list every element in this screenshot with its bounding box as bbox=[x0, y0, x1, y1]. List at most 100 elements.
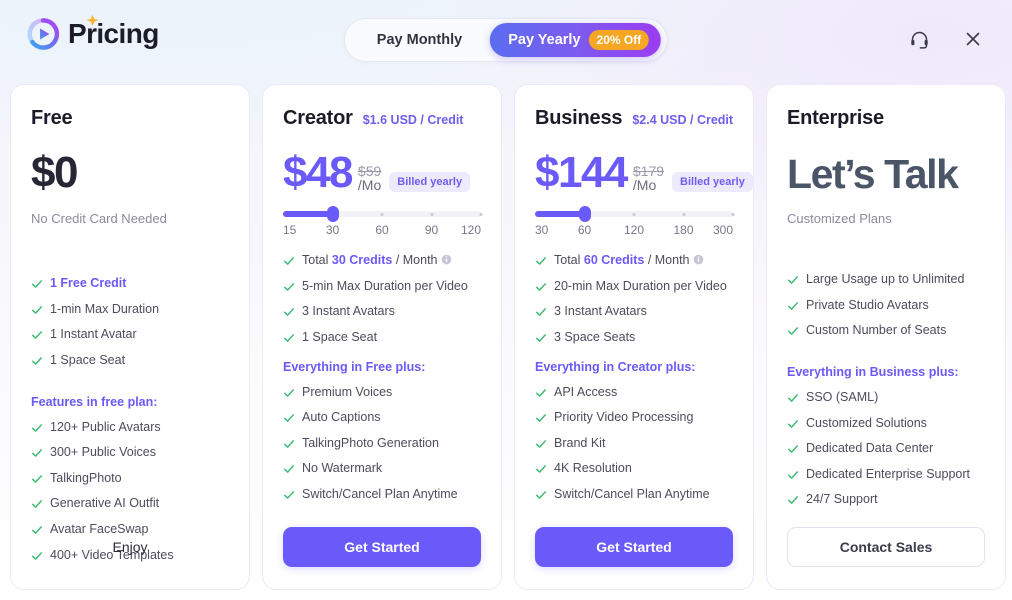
feature-text: Private Studio Avatars bbox=[806, 297, 929, 312]
check-icon bbox=[31, 280, 43, 288]
plan-cta-business[interactable]: Get Started bbox=[535, 527, 733, 567]
pricing-page: Pricing Pay Monthly Pay Yearly 20% Off F… bbox=[0, 0, 1012, 600]
plan-header: Free bbox=[31, 107, 229, 133]
feature-item: Premium Voices bbox=[283, 385, 481, 401]
credit-slider[interactable]: 15 30 60 90 120 bbox=[283, 206, 483, 241]
feature-text: Switch/Cancel Plan Anytime bbox=[302, 487, 458, 501]
feature-text: No Watermark bbox=[302, 461, 383, 476]
feature-item: Switch/Cancel Plan Anytime bbox=[283, 487, 481, 503]
slider-thumb[interactable] bbox=[578, 206, 591, 222]
toggle-monthly-label: Pay Monthly bbox=[376, 32, 463, 48]
close-button[interactable] bbox=[956, 22, 990, 56]
feature-item: Total 30 Credits / Month bbox=[283, 253, 481, 269]
brand: Pricing bbox=[26, 14, 159, 51]
feature-text: Switch/Cancel Plan Anytime bbox=[554, 487, 710, 501]
plan-cta-enterprise[interactable]: Contact Sales bbox=[787, 527, 985, 567]
check-icon bbox=[283, 334, 295, 342]
slider-tick-label[interactable]: 90 bbox=[425, 223, 438, 237]
page-header: Pricing Pay Monthly Pay Yearly 20% Off bbox=[0, 0, 1012, 80]
feature-item: Custom Number of Seats bbox=[787, 323, 985, 339]
check-icon bbox=[787, 394, 799, 402]
info-icon[interactable] bbox=[693, 254, 704, 265]
plan-cta-creator[interactable]: Get Started bbox=[283, 527, 481, 567]
plan-header: Enterprise bbox=[787, 107, 985, 133]
feature-item: TalkingPhoto Generation bbox=[283, 436, 481, 452]
toggle-pay-monthly[interactable]: Pay Monthly bbox=[351, 23, 488, 57]
plan-cta-free[interactable]: Enjoy bbox=[31, 527, 229, 567]
slider-tick-dot bbox=[479, 212, 483, 216]
slider-tick-label[interactable]: 60 bbox=[375, 223, 388, 237]
support-button[interactable] bbox=[902, 22, 936, 56]
info-icon[interactable] bbox=[441, 254, 452, 265]
slider-tick-dot bbox=[632, 212, 636, 216]
plan-note: No Credit Card Needed bbox=[31, 211, 167, 226]
page-title: Pricing bbox=[68, 18, 159, 49]
plan-extra-feature-list: SSO (SAML) Customized Solutions Dedicated … bbox=[787, 390, 985, 508]
slider-tick-label[interactable]: 30 bbox=[326, 223, 339, 237]
feature-text: 120+ Public Avatars bbox=[50, 419, 161, 434]
feature-item: 3 Space Seats bbox=[535, 330, 733, 346]
slider-tick-label[interactable]: 300 bbox=[713, 223, 733, 237]
feature-text: Custom Number of Seats bbox=[806, 323, 947, 338]
feature-text: Priority Video Processing bbox=[554, 410, 694, 425]
slider-tick-label[interactable]: 120 bbox=[461, 223, 481, 237]
play-circle-gradient-logo bbox=[27, 18, 60, 50]
feature-text: Customized Solutions bbox=[806, 415, 927, 430]
toggle-pay-yearly[interactable]: Pay Yearly 20% Off bbox=[490, 23, 662, 57]
slider-tick-label[interactable]: 180 bbox=[673, 223, 693, 237]
plan-credit-rate: $2.4 USD / Credit bbox=[632, 113, 734, 127]
feature-text: 5-min Max Duration per Video bbox=[302, 278, 468, 293]
slider-tick-label[interactable]: 120 bbox=[624, 223, 644, 237]
check-icon bbox=[31, 449, 43, 457]
check-icon bbox=[283, 414, 295, 422]
credit-slider[interactable]: 30 60 120 180 300 bbox=[535, 206, 735, 241]
check-icon bbox=[535, 334, 547, 342]
slider-track[interactable] bbox=[283, 206, 483, 222]
plan-feature-list: Total 60 Credits / Month 20-min Max Durat… bbox=[535, 253, 733, 346]
feature-item: 120+ Public Avatars bbox=[31, 420, 229, 436]
plan-old-price: $179 bbox=[632, 162, 665, 179]
check-icon bbox=[535, 388, 547, 397]
plan-extra-feature-list: Premium Voices Auto Captions TalkingPhoto … bbox=[283, 385, 481, 503]
plan-section-title: Everything in Business plus: bbox=[787, 364, 959, 379]
feature-text: 300+ Public Voices bbox=[50, 445, 156, 460]
plan-header: Business $2.4 USD / Credit bbox=[535, 107, 733, 133]
check-icon bbox=[787, 327, 799, 336]
slider-labels: 15 30 60 90 120 bbox=[283, 223, 481, 241]
feature-text: SSO (SAML) bbox=[806, 389, 879, 404]
feature-item: Dedicated Enterprise Support bbox=[787, 467, 985, 483]
slider-tick-label[interactable]: 60 bbox=[578, 223, 591, 237]
plan-feature-list: Large Usage up to Unlimited Private Studi… bbox=[787, 272, 985, 339]
feature-text: 24/7 Support bbox=[806, 492, 878, 507]
check-icon bbox=[283, 388, 295, 397]
feature-text: TalkingPhoto bbox=[50, 470, 122, 485]
feature-item: 24/7 Support bbox=[787, 492, 985, 508]
slider-tick-label[interactable]: 30 bbox=[535, 223, 548, 237]
feature-item: Total 60 Credits / Month bbox=[535, 253, 733, 269]
feature-text: 4K Resolution bbox=[554, 461, 632, 476]
slider-tick-label[interactable]: 15 bbox=[283, 223, 296, 237]
feature-text: 20-min Max Duration per Video bbox=[554, 278, 727, 293]
plan-name: Free bbox=[31, 107, 73, 129]
slider-track[interactable] bbox=[535, 206, 735, 222]
feature-item: 1 Space Seat bbox=[31, 353, 229, 369]
billing-period-toggle[interactable]: Pay Monthly Pay Yearly 20% Off bbox=[343, 18, 669, 62]
slider-thumb[interactable] bbox=[326, 206, 339, 222]
slider-tick-dot bbox=[380, 212, 384, 216]
headset-icon bbox=[910, 31, 928, 49]
feature-text: Brand Kit bbox=[554, 435, 606, 450]
feature-text: API Access bbox=[554, 384, 618, 399]
feature-item: No Watermark bbox=[283, 461, 481, 477]
check-icon bbox=[31, 423, 43, 432]
plan-price-row: $0 bbox=[31, 143, 229, 195]
plan-price-sub: $59/Mo bbox=[358, 163, 381, 195]
plan-name: Enterprise bbox=[787, 107, 884, 129]
check-icon bbox=[31, 357, 43, 365]
billed-yearly-badge: Billed yearly bbox=[389, 172, 471, 192]
feature-item: 4K Resolution bbox=[535, 461, 733, 477]
feature-text: 1 Space Seat bbox=[302, 329, 378, 344]
feature-item: Priority Video Processing bbox=[535, 410, 733, 426]
feature-item: 3 Instant Avatars bbox=[283, 304, 481, 320]
feature-item: Private Studio Avatars bbox=[787, 298, 985, 314]
check-icon bbox=[31, 474, 43, 483]
